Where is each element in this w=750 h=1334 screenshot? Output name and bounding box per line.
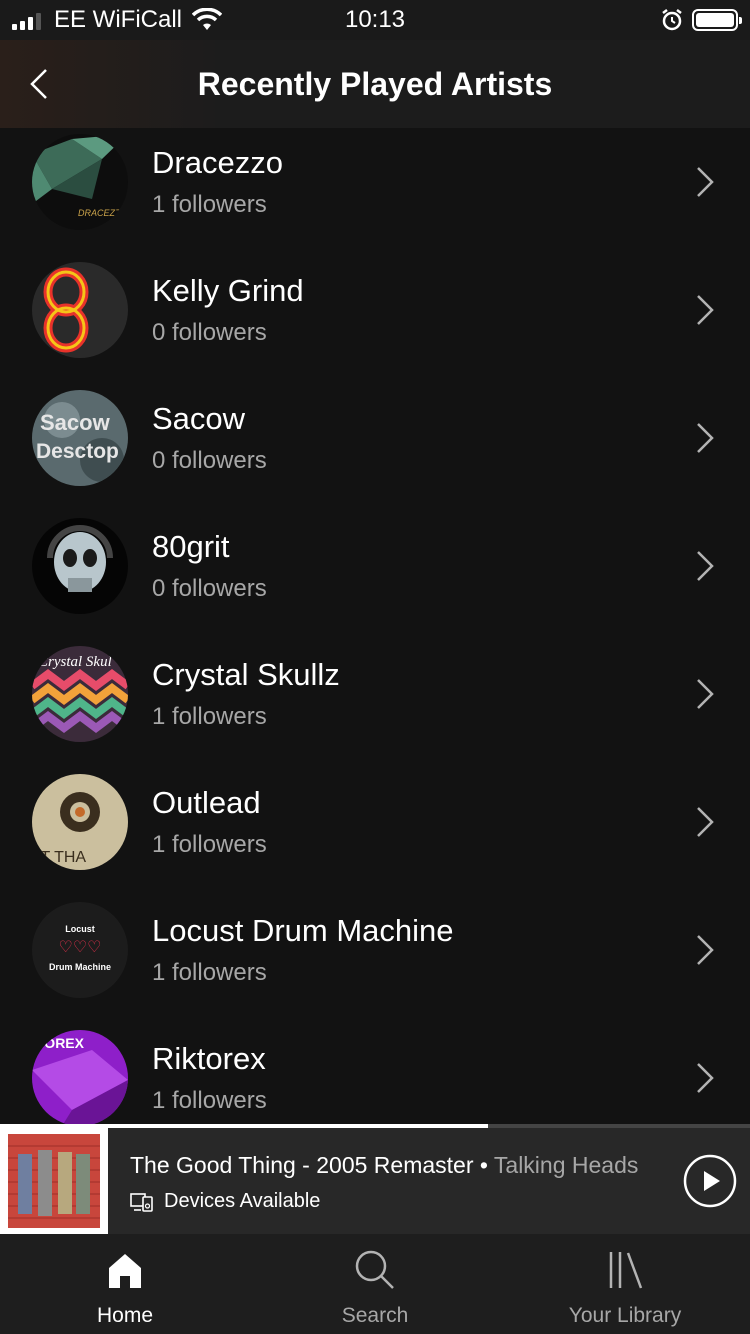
tab-label: Search xyxy=(341,1304,409,1327)
artist-followers: 1 followers xyxy=(152,831,267,858)
artist-row-crystal-skullz[interactable]: Crystal Skul Crystal Skullz 1 followers xyxy=(0,640,750,768)
artist-followers: 1 followers xyxy=(152,703,267,730)
svg-text:TOREX: TOREX xyxy=(36,1035,85,1051)
now-playing-bar[interactable]: The Good Thing - 2005 Remaster • Talking… xyxy=(0,1124,750,1234)
svg-text:Desctop: Desctop xyxy=(36,440,119,463)
svg-text:Drum Machine: Drum Machine xyxy=(49,962,111,972)
artist-avatar: IT THA xyxy=(32,774,128,870)
artist-row-kelly-grind[interactable]: Kelly Grind 0 followers xyxy=(0,256,750,384)
status-time: 10:13 xyxy=(344,6,406,33)
tab-label: Home xyxy=(96,1304,154,1327)
tab-label: Your Library xyxy=(568,1304,682,1327)
artist-avatar: Sacow Desctop xyxy=(32,390,128,486)
artist-avatar: Crystal Skul xyxy=(32,646,128,742)
svg-text:Sacow: Sacow xyxy=(40,410,111,435)
artist-row-riktorex[interactable]: TOREX Riktorex 1 followers xyxy=(0,1024,750,1124)
svg-text:DRACEZZ: DRACEZZ xyxy=(78,208,121,218)
tab-bar: Home Search Your Library xyxy=(0,1234,750,1334)
devices-available-button[interactable]: Devices Available xyxy=(130,1190,320,1213)
artist-avatar: DRACEZZ xyxy=(32,134,128,230)
artist-name: Crystal Skullz xyxy=(152,657,340,692)
alarm-icon xyxy=(662,9,682,31)
artist-avatar xyxy=(32,262,128,358)
artist-followers: 0 followers xyxy=(152,575,267,602)
search-icon xyxy=(355,1250,394,1289)
devices-icon xyxy=(130,1192,153,1212)
track-info: The Good Thing - 2005 Remaster • Talking… xyxy=(130,1152,670,1179)
artist-followers: 1 followers xyxy=(152,1087,267,1114)
artist-followers: 1 followers xyxy=(152,959,267,986)
artist-name: Sacow xyxy=(152,401,246,436)
artist-name: 80grit xyxy=(152,529,230,564)
page-title: Recently Played Artists xyxy=(197,66,553,102)
artist-name: Dracezzo xyxy=(152,145,283,180)
devices-label: Devices Available xyxy=(164,1190,321,1212)
home-icon xyxy=(109,1254,141,1288)
play-button[interactable] xyxy=(683,1154,737,1208)
album-cover xyxy=(0,1128,108,1234)
artist-name: Locust Drum Machine xyxy=(152,913,454,948)
page-header: Recently Played Artists xyxy=(0,40,750,128)
status-bar: EE WiFiCall 10:13 xyxy=(0,0,750,40)
chevron-right-icon xyxy=(697,423,714,453)
artist-avatar xyxy=(32,518,128,614)
artist-row-locust-drum-machine[interactable]: Locust ♡♡♡ Drum Machine Locust Drum Mach… xyxy=(0,896,750,1024)
artist-avatar: Locust ♡♡♡ Drum Machine xyxy=(32,902,128,998)
artist-row-outlead[interactable]: IT THA Outlead 1 followers xyxy=(0,768,750,896)
artist-avatar: TOREX xyxy=(32,1030,128,1124)
chevron-right-icon xyxy=(697,935,714,965)
svg-text:♡♡♡: ♡♡♡ xyxy=(58,937,101,956)
artist-name: Outlead xyxy=(152,785,261,820)
library-icon xyxy=(609,1252,643,1289)
artist-row-dracezzo[interactable]: DRACEZZ Dracezzo 1 followers xyxy=(0,128,750,256)
chevron-right-icon xyxy=(697,167,714,197)
tab-home[interactable]: Home xyxy=(0,1234,250,1334)
artist-followers: 0 followers xyxy=(152,319,267,346)
chevron-right-icon xyxy=(697,1063,714,1093)
track-separator: • xyxy=(473,1152,494,1178)
artist-list[interactable]: DRACEZZ Dracezzo 1 followers Kelly Grind… xyxy=(0,128,750,1124)
tab-your-library[interactable]: Your Library xyxy=(500,1234,750,1334)
chevron-right-icon xyxy=(697,807,714,837)
track-artist: Talking Heads xyxy=(493,1152,639,1178)
chevron-right-icon xyxy=(697,295,714,325)
svg-text:Crystal Skul: Crystal Skul xyxy=(38,654,112,670)
battery-icon xyxy=(692,9,742,31)
chevron-right-icon xyxy=(697,551,714,581)
artist-followers: 0 followers xyxy=(152,447,267,474)
svg-text:Locust: Locust xyxy=(65,924,95,934)
artist-name: Kelly Grind xyxy=(152,273,304,308)
artist-followers: 1 followers xyxy=(152,191,267,218)
svg-text:IT THA: IT THA xyxy=(36,849,86,866)
chevron-right-icon xyxy=(697,679,714,709)
playback-progress xyxy=(0,1124,750,1128)
artist-name: Riktorex xyxy=(152,1041,266,1076)
artist-row-sacow[interactable]: Sacow Desctop Sacow 0 followers xyxy=(0,384,750,512)
artist-row-80grit[interactable]: 80grit 0 followers xyxy=(0,512,750,640)
tab-search[interactable]: Search xyxy=(250,1234,500,1334)
track-title: The Good Thing - 2005 Remaster xyxy=(130,1152,474,1178)
